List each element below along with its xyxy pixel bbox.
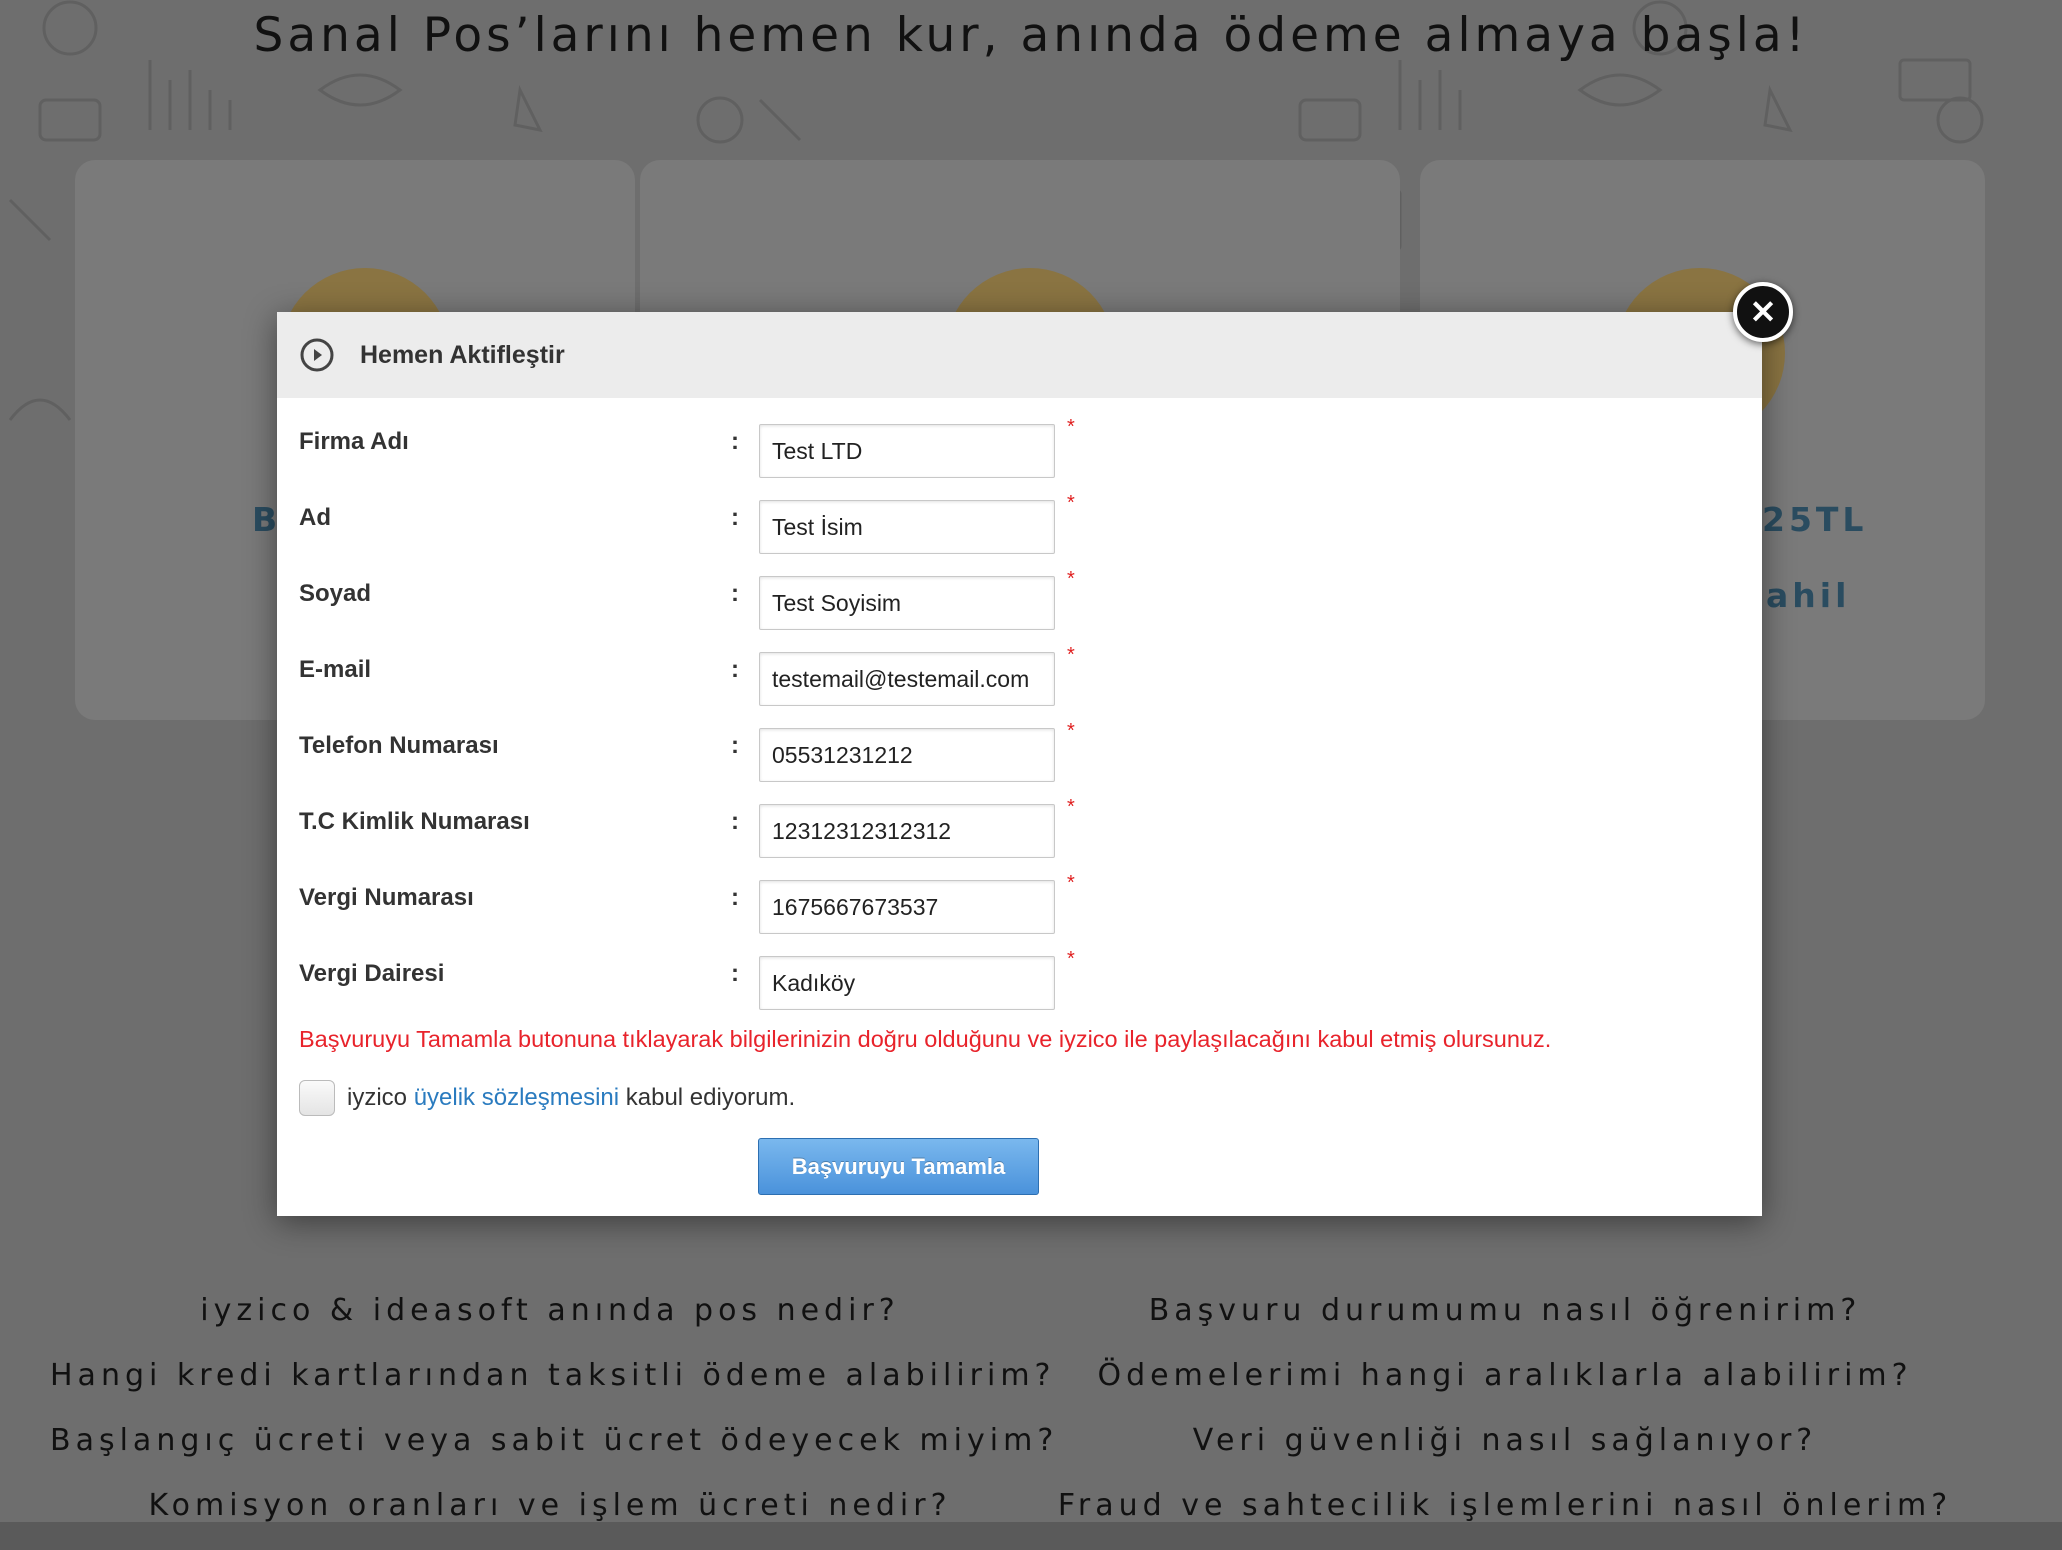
faq-link[interactable]: Hangi kredi kartlarından taksitli ödeme … [50,1355,1050,1420]
background-card-text-right-bottom: ahil [1766,576,1851,615]
faq-left-column: iyzico & ideasoft anında pos nedir? Hang… [50,1290,1053,1550]
close-icon[interactable]: ✕ [1733,282,1793,342]
required-marker: * [1067,796,1075,818]
label-colon: : [731,960,739,987]
phone-label: Telefon Numarası [299,732,499,759]
agreement-prefix: iyzico [347,1084,414,1111]
membership-agreement-link[interactable]: üyelik sözleşmesini [414,1084,619,1111]
submit-application-button[interactable]: Başvuruyu Tamamla [758,1138,1039,1195]
required-marker: * [1067,872,1075,894]
form-row-company: Firma Adı : * [277,416,1762,482]
form-row-email: E-mail : * [277,644,1762,710]
last-name-label: Soyad [299,580,372,607]
background-headline: Sanal Pos’larını hemen kur, anında ödeme… [253,8,1809,63]
form-row-tax-number: Vergi Numarası : * [277,872,1762,938]
first-name-input[interactable] [759,500,1055,554]
faq-link[interactable]: Başvuru durumumu nasıl öğrenirim? [1005,1290,2005,1355]
first-name-label: Ad [299,504,331,531]
email-label: E-mail [299,656,372,683]
email-input[interactable] [759,652,1055,706]
agreement-row: iyzico üyelik sözleşmesini kabul ediyoru… [299,1078,795,1118]
label-colon: : [731,580,739,607]
company-name-label: Firma Adı [299,428,409,455]
faq-link[interactable]: Fraud ve sahtecilik işlemlerini nasıl ön… [1005,1485,2005,1550]
background-card-text-right-top: 25TL [1762,500,1868,539]
agreement-checkbox[interactable] [299,1080,335,1116]
required-marker: * [1067,568,1075,590]
id-number-input[interactable] [759,804,1055,858]
faq-link[interactable]: iyzico & ideasoft anında pos nedir? [50,1290,1050,1355]
faq-link[interactable]: Komisyon oranları ve işlem ücreti nedir? [50,1485,1050,1550]
modal-title: Hemen Aktifleştir [360,340,565,369]
form-row-id-number: T.C Kimlik Numarası : * [277,796,1762,862]
tax-number-input[interactable] [759,880,1055,934]
tax-office-label: Vergi Dairesi [299,960,445,987]
required-marker: * [1067,416,1075,438]
form-row-first-name: Ad : * [277,492,1762,558]
tax-number-label: Vergi Numarası [299,884,474,911]
label-colon: : [731,732,739,759]
faq-link[interactable]: Veri güvenliği nasıl sağlanıyor? [1005,1420,2005,1485]
label-colon: : [731,884,739,911]
consent-notice: Başvuruyu Tamamla butonuna tıklayarak bi… [299,1026,1552,1052]
faq-link[interactable]: Ödemelerimi hangi aralıklarla alabilirim… [1005,1355,2005,1420]
label-colon: : [731,656,739,683]
activation-modal: Hemen Aktifleştir Firma Adı : * Ad : * S… [277,312,1762,1216]
required-marker: * [1067,948,1075,970]
label-colon: : [731,428,739,455]
phone-input[interactable] [759,728,1055,782]
company-name-input[interactable] [759,424,1055,478]
form-row-phone: Telefon Numarası : * [277,720,1762,786]
faq-link[interactable]: Başlangıç ücreti veya sabit ücret ödeyec… [50,1420,1053,1485]
faq-right-column: Başvuru durumumu nasıl öğrenirim? Ödemel… [1005,1290,2005,1550]
label-colon: : [731,504,739,531]
required-marker: * [1067,492,1075,514]
play-circle-icon [300,338,334,372]
required-marker: * [1067,720,1075,742]
agreement-text: iyzico üyelik sözleşmesini kabul ediyoru… [347,1084,795,1112]
agreement-suffix: kabul ediyorum. [619,1084,796,1111]
last-name-input[interactable] [759,576,1055,630]
tax-office-input[interactable] [759,956,1055,1010]
modal-header: Hemen Aktifleştir [277,312,1762,398]
id-number-label: T.C Kimlik Numarası [299,808,530,835]
form-row-tax-office: Vergi Dairesi : * [277,948,1762,1014]
form-row-last-name: Soyad : * [277,568,1762,634]
required-marker: * [1067,644,1075,666]
label-colon: : [731,808,739,835]
